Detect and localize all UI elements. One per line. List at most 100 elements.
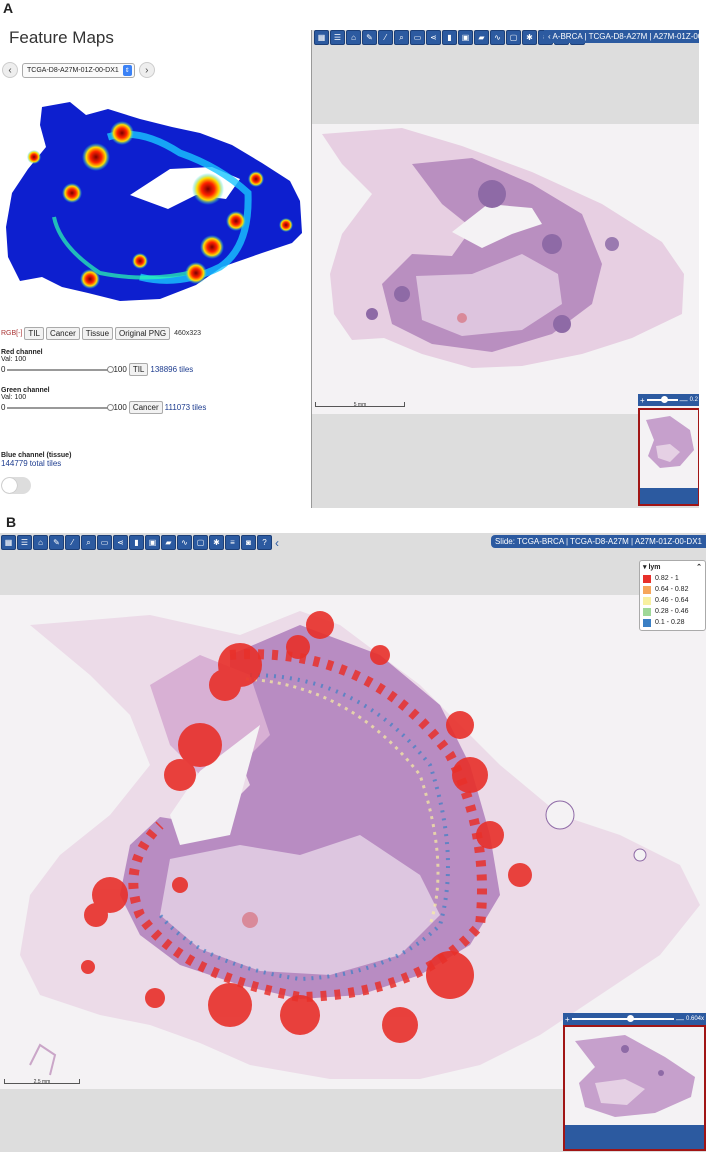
- zoom-slider-handle[interactable]: [626, 1015, 634, 1022]
- navigator-controls: + — 0.2: [638, 394, 699, 406]
- label-icon[interactable]: ▰: [161, 535, 176, 550]
- ruler-icon[interactable]: ▭: [97, 535, 112, 550]
- chart-line-icon[interactable]: ∿: [490, 30, 505, 45]
- red-slider-min: 0: [1, 365, 6, 374]
- magnifier-icon[interactable]: ⌕: [81, 535, 96, 550]
- collapse-arrows-icon[interactable]: ⌃: [696, 563, 702, 571]
- image-icon[interactable]: ▣: [145, 535, 160, 550]
- green-tile-unit: tiles: [192, 403, 207, 412]
- minimap-footer: [565, 1125, 704, 1149]
- list-icon[interactable]: ☰: [330, 30, 345, 45]
- video-icon[interactable]: ▮: [129, 535, 144, 550]
- home-icon[interactable]: ⌂: [33, 535, 48, 550]
- zoom-level: 0.604x: [685, 1016, 704, 1022]
- blue-tile-count: 144779: [1, 459, 28, 468]
- zoom-out-icon[interactable]: —: [676, 1015, 684, 1024]
- slide-viewer-b[interactable]: ▦ ☰ ⌂ ✎ ⁄ ⌕ ▭ ⋖ ▮ ▣ ▰ ∿ ▢ ✱ ≡ ◙? ‹ Slide: TCGA-BRCA | TC…: [0, 533, 706, 1152]
- green-tile-count: 111073: [164, 403, 191, 412]
- image-dimensions: 460x323: [174, 330, 201, 337]
- zoom-slider-handle[interactable]: [660, 396, 668, 403]
- collapse-icon[interactable]: ‹: [548, 32, 551, 41]
- window-icon[interactable]: ▢: [506, 30, 521, 45]
- red-slider[interactable]: [7, 365, 115, 373]
- ruler-icon[interactable]: ▭: [410, 30, 425, 45]
- legend-swatch: [643, 607, 651, 616]
- minimap-footer: [640, 488, 698, 504]
- legend-item: 0.1 - 0.28: [643, 617, 702, 628]
- chevron-updown-icon: ⇕: [122, 64, 132, 76]
- slide-info-text: Slide: TCGA-BRCA | TCGA-D8-A27M | A27M-0…: [494, 537, 702, 546]
- legend-label: 0.46 - 0.64: [655, 597, 689, 604]
- list-icon[interactable]: ☰: [17, 535, 32, 550]
- zoom-slider[interactable]: [646, 396, 678, 403]
- legend-item: 0.46 - 0.64: [643, 595, 702, 606]
- blue-channel: Blue channel (tissue) 144779 total tiles: [1, 452, 71, 468]
- rgb-toggle[interactable]: RGB[-]: [1, 330, 22, 337]
- minimap-thumbnail: [575, 1035, 695, 1117]
- share-icon[interactable]: ⋖: [426, 30, 441, 45]
- home-icon[interactable]: ⌂: [346, 30, 361, 45]
- pencil-icon[interactable]: ✎: [362, 30, 377, 45]
- cancer-button[interactable]: Cancer: [45, 327, 80, 340]
- pipette-icon[interactable]: ⁄: [65, 535, 80, 550]
- minimap[interactable]: [638, 408, 699, 506]
- overlay-toggle[interactable]: [1, 477, 31, 494]
- next-slide-button[interactable]: ›: [138, 62, 155, 78]
- window-icon[interactable]: ▢: [193, 535, 208, 550]
- til-button[interactable]: TIL: [24, 327, 44, 340]
- legend-swatch: [643, 596, 651, 605]
- slide-select[interactable]: TCGA-D8-A27M-01Z-00-DX1 ⇕: [22, 62, 135, 78]
- apps-icon[interactable]: ▦: [1, 535, 16, 550]
- legend-swatch: [643, 574, 651, 583]
- magnifier-icon[interactable]: ⌕: [394, 30, 409, 45]
- image-icon[interactable]: ▣: [458, 30, 473, 45]
- legend-item: 0.82 - 1: [643, 573, 702, 584]
- original-png-button[interactable]: Original PNG: [115, 327, 171, 340]
- legend-items: 0.82 - 1 0.64 - 0.82 0.46 - 0.64 0.28 - 0.4…: [643, 573, 702, 628]
- heatmap-legend: ▾ lym ⌃ 0.82 - 1 0.64 - 0.82 0.46 - 0.64 0.…: [639, 560, 706, 631]
- legend-label: 0.28 - 0.46: [655, 608, 689, 615]
- green-slider-min: 0: [1, 403, 6, 412]
- zoom-slider[interactable]: [571, 1015, 674, 1022]
- legend-label: 0.1 - 0.28: [655, 619, 685, 626]
- apps-icon[interactable]: ▦: [314, 30, 329, 45]
- minimap[interactable]: [563, 1025, 706, 1151]
- label-icon[interactable]: ▰: [474, 30, 489, 45]
- prev-slide-button[interactable]: ‹: [2, 62, 18, 78]
- zoom-level: 0.2: [689, 397, 698, 403]
- green-cancer-button[interactable]: Cancer: [128, 401, 163, 414]
- slide-select-value: TCGA-D8-A27M-01Z-00-DX1: [27, 66, 119, 74]
- green-slider[interactable]: [7, 403, 115, 411]
- legend-item: 0.64 - 0.82: [643, 584, 702, 595]
- green-slider-handle[interactable]: [107, 403, 115, 411]
- slide-info-bar: Slide: TCGA-BRCA | TCGA-D8-A27M | A27M-0…: [490, 535, 706, 548]
- red-channel-value: Val: 100: [1, 356, 27, 363]
- zoom-in-icon[interactable]: +: [565, 1015, 570, 1024]
- slide-image[interactable]: [312, 124, 699, 414]
- video-icon[interactable]: ▮: [442, 30, 457, 45]
- legend-swatch: [643, 585, 651, 594]
- zoom-in-icon[interactable]: +: [640, 396, 645, 405]
- bug-icon[interactable]: ✱: [209, 535, 224, 550]
- camera-icon[interactable]: ◙: [241, 535, 256, 550]
- tissue-button[interactable]: Tissue: [81, 327, 114, 340]
- red-slider-handle[interactable]: [107, 365, 115, 373]
- legend-title[interactable]: ▾ lym: [643, 563, 661, 571]
- legend-title-text: lym: [648, 564, 661, 571]
- channel-buttons: RGB[-] TIL Cancer Tissue Original PNG 46…: [1, 327, 201, 340]
- collapse-toolbar-icon[interactable]: ‹: [275, 536, 279, 550]
- pencil-icon[interactable]: ✎: [49, 535, 64, 550]
- red-slider-max: 100: [113, 365, 127, 374]
- checklist-icon[interactable]: ≡: [225, 535, 240, 550]
- bug-icon[interactable]: ✱: [522, 30, 537, 45]
- legend-item: 0.28 - 0.46: [643, 606, 702, 617]
- red-til-button[interactable]: TIL: [128, 363, 149, 376]
- zoom-out-icon[interactable]: —: [680, 396, 688, 405]
- red-channel: Red channel Val: 100 0 100 TIL 138896 ti…: [1, 349, 193, 376]
- pipette-icon[interactable]: ⁄: [378, 30, 393, 45]
- chart-line-icon[interactable]: ∿: [177, 535, 192, 550]
- help-icon[interactable]: ?: [257, 535, 272, 550]
- legend-swatch: [643, 618, 651, 627]
- slide-viewer-a[interactable]: ▦☰⌂✎⁄⌕▭⋖▮▣▰∿▢✱≡◙? ‹ A-BRCA | TCGA-D8-A27…: [311, 30, 699, 508]
- share-icon[interactable]: ⋖: [113, 535, 128, 550]
